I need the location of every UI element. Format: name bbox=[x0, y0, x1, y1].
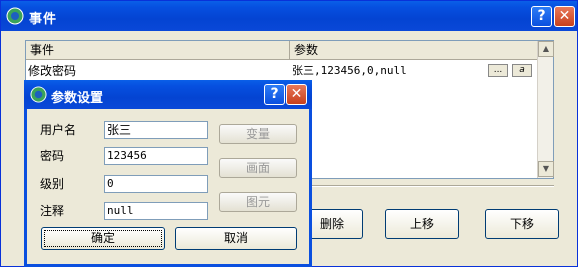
ok-button[interactable]: 确定 bbox=[41, 227, 165, 250]
username-label: 用户名 bbox=[40, 123, 77, 137]
move-down-button[interactable]: 下移 bbox=[485, 209, 559, 239]
window-title: 事件 bbox=[29, 12, 58, 27]
help-button[interactable]: ? bbox=[531, 6, 552, 27]
cell-event[interactable]: 修改密码 bbox=[28, 63, 286, 79]
dialog-title: 参数设置 bbox=[51, 91, 104, 106]
scroll-up-icon[interactable]: ▲ bbox=[538, 41, 554, 57]
level-field[interactable]: 0 bbox=[104, 175, 208, 193]
username-field[interactable]: 张三 bbox=[104, 121, 208, 139]
scroll-down-icon[interactable]: ▼ bbox=[538, 161, 554, 177]
cancel-button[interactable]: 取消 bbox=[175, 227, 297, 250]
app-logo-icon bbox=[30, 86, 47, 103]
comment-label: 注释 bbox=[40, 204, 65, 218]
ellipsis-button[interactable]: ... bbox=[488, 64, 508, 77]
password-field[interactable]: 123456 bbox=[104, 147, 208, 165]
expression-button[interactable]: a bbox=[512, 64, 532, 77]
comment-field[interactable]: null bbox=[104, 202, 208, 220]
grid-scrollbar[interactable]: ▲ ▼ bbox=[537, 41, 554, 178]
element-button[interactable]: 图元 bbox=[219, 192, 297, 212]
password-label: 密码 bbox=[40, 149, 65, 163]
column-header-params[interactable]: 参数 bbox=[290, 41, 537, 60]
move-up-button[interactable]: 上移 bbox=[385, 209, 459, 239]
level-label: 级别 bbox=[40, 177, 65, 191]
cell-params[interactable]: 张三,123456,0,null bbox=[292, 63, 484, 79]
screen-button[interactable]: 画面 bbox=[219, 158, 297, 178]
column-header-event[interactable]: 事件 bbox=[26, 41, 290, 60]
close-button[interactable]: ✕ bbox=[554, 6, 575, 27]
dialog-close-button[interactable]: ✕ bbox=[286, 84, 307, 105]
app-logo-icon bbox=[6, 7, 24, 25]
dialog-titlebar[interactable]: 参数设置 ? ✕ bbox=[24, 80, 312, 109]
dialog-help-button[interactable]: ? bbox=[264, 84, 285, 105]
param-dialog: 参数设置 ? ✕ 用户名 张三 密码 123456 级别 0 注释 null 变… bbox=[24, 80, 312, 267]
variable-button[interactable]: 变量 bbox=[219, 124, 297, 144]
event-window-titlebar[interactable]: 事件 ? ✕ bbox=[1, 1, 577, 31]
